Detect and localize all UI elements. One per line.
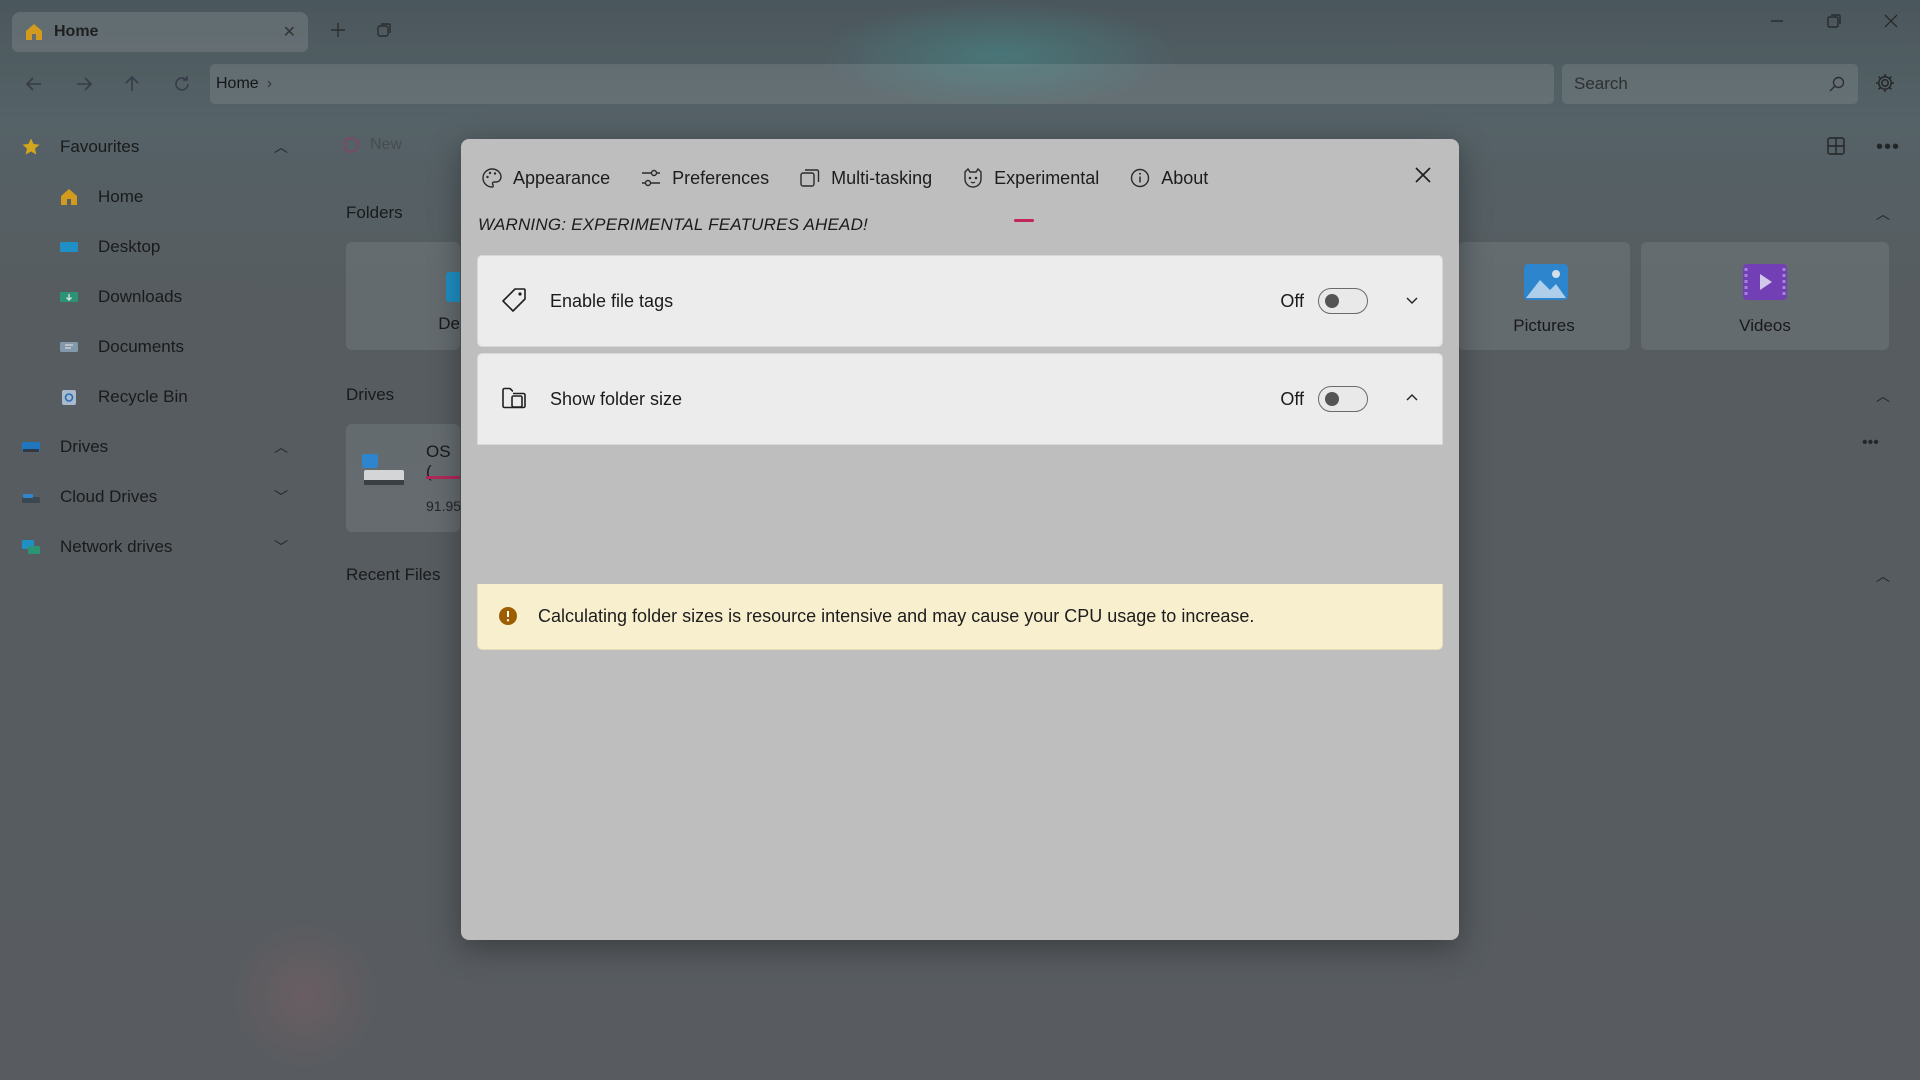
toggle-knob: [1325, 294, 1339, 308]
sliders-icon: [640, 167, 662, 189]
flask-icon: [962, 167, 984, 189]
close-icon: [1415, 167, 1431, 183]
toggle-knob: [1325, 392, 1339, 406]
toggle-state-label: Off: [1280, 388, 1304, 409]
warning-icon: [498, 606, 520, 628]
tab-appearance[interactable]: Appearance: [481, 163, 610, 193]
file-tags-toggle[interactable]: [1318, 288, 1368, 314]
folder-size-toggle[interactable]: [1318, 386, 1368, 412]
tab-preferences[interactable]: Preferences: [640, 163, 769, 193]
tag-icon: [500, 286, 530, 316]
tab-label: About: [1161, 167, 1209, 188]
setting-label: Show folder size: [550, 388, 683, 409]
multitasking-icon: [799, 167, 821, 189]
dialog-close-button[interactable]: [1413, 165, 1437, 189]
chevron-down-icon[interactable]: [1404, 292, 1422, 310]
tab-label: Preferences: [672, 167, 770, 188]
setting-show-folder-size[interactable]: Show folder size Off: [477, 353, 1443, 445]
experimental-warning: WARNING: EXPERIMENTAL FEATURES AHEAD!: [478, 215, 868, 234]
infobar-message: Calculating folder sizes is resource int…: [538, 606, 1255, 626]
chevron-up-icon[interactable]: [1404, 390, 1422, 408]
setting-enable-file-tags[interactable]: Enable file tags Off: [477, 255, 1443, 347]
tab-multi-tasking[interactable]: Multi-tasking: [799, 163, 932, 193]
palette-icon: [481, 167, 503, 189]
folder-size-warning-infobar: Calculating folder sizes is resource int…: [477, 584, 1443, 650]
info-icon: [1129, 167, 1151, 189]
settings-tabs: Appearance Preferences Multi-tasking Exp…: [481, 163, 1238, 222]
tab-label: Experimental: [994, 167, 1100, 188]
toggle-state-label: Off: [1280, 290, 1304, 311]
setting-label: Enable file tags: [550, 290, 674, 311]
settings-dialog: Appearance Preferences Multi-tasking Exp…: [461, 139, 1459, 940]
tab-label: Multi-tasking: [831, 167, 933, 188]
tab-about[interactable]: About: [1129, 163, 1208, 193]
tab-label: Appearance: [513, 167, 611, 188]
tab-experimental[interactable]: Experimental: [962, 163, 1100, 222]
folder-size-icon: [500, 384, 530, 414]
